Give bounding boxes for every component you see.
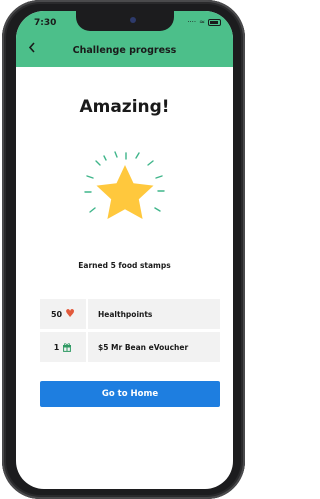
camera-icon — [130, 17, 136, 23]
reward-qty-value: 1 — [53, 342, 60, 352]
signal-icon: ···· — [187, 18, 197, 26]
star-burst — [84, 151, 165, 219]
battery-icon — [208, 18, 221, 26]
go-to-home-button[interactable]: Go to Home — [40, 381, 220, 407]
reward-row-healthpoints: 50 ♥ Healthpoints — [40, 299, 220, 329]
page-title: Challenge progress — [72, 45, 177, 56]
reward-qty-value: 50 — [50, 309, 63, 319]
success-headline: Amazing! — [79, 97, 170, 117]
reward-label: Healthpoints — [98, 309, 153, 319]
star-icon — [96, 165, 154, 219]
reward-quantity: 1 — [40, 332, 88, 362]
phone-frame: 7:30 ···· ≈ Challenge progress Amazing! — [2, 0, 245, 499]
earned-message: Earned 5 food stamps — [78, 261, 171, 270]
reward-row-voucher: 1 $5 Mr Bean eVoucher — [40, 332, 220, 362]
rewards-list: 50 ♥ Healthpoints 1 $5 Mr Bean eVoucher — [40, 299, 220, 365]
wifi-icon: ≈ — [199, 18, 205, 26]
app-screen: 7:30 ···· ≈ Challenge progress Amazing! — [16, 11, 233, 489]
status-time: 7:30 — [34, 18, 57, 28]
gift-icon — [63, 343, 72, 352]
status-icons: ···· ≈ — [187, 18, 221, 26]
reward-quantity: 50 ♥ — [40, 299, 88, 329]
reward-label: $5 Mr Bean eVoucher — [98, 342, 189, 352]
heart-icon: ♥ — [65, 307, 75, 320]
notch — [76, 11, 174, 31]
